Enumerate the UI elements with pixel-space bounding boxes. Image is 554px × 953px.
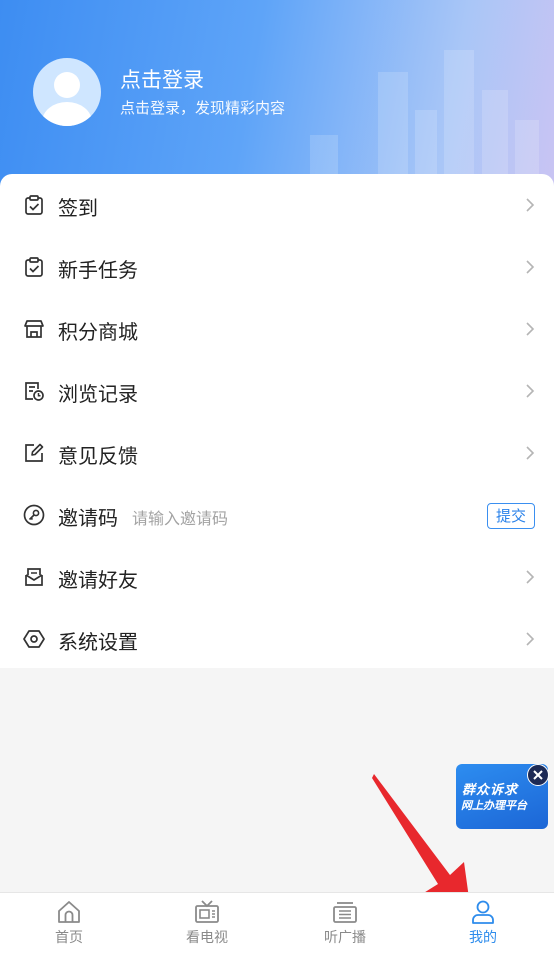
- menu-item-label: 签到: [58, 196, 98, 220]
- profile-header[interactable]: 点击登录 点击登录，发现精彩内容: [0, 0, 554, 190]
- tab-home[interactable]: 首页: [0, 893, 138, 953]
- menu-list: 签到 新手任务 积分商城 浏览记录 意见反馈 邀请码 请输入邀请码 提交 邀请好…: [0, 174, 554, 668]
- menu-item-settings[interactable]: 系统设置: [0, 608, 554, 670]
- menu-item-label: 邀请好友: [58, 568, 138, 592]
- tab-watch-tv[interactable]: 看电视: [138, 893, 276, 953]
- user-icon: [472, 900, 494, 924]
- menu-item-label: 积分商城: [58, 320, 138, 344]
- home-icon: [58, 901, 80, 923]
- bottom-tab-bar: 首页 看电视 听广播 我的: [0, 892, 554, 953]
- chevron-right-icon: [526, 384, 535, 398]
- key-icon: [23, 504, 45, 526]
- chevron-right-icon: [526, 322, 535, 336]
- radio-icon: [333, 902, 357, 923]
- menu-item-label: 浏览记录: [58, 382, 138, 406]
- chevron-right-icon: [526, 198, 535, 212]
- mail-icon: [25, 568, 43, 586]
- tab-label: 首页: [55, 930, 83, 946]
- task-icon: [25, 257, 43, 277]
- menu-item-label: 邀请码: [58, 506, 118, 530]
- invite-code-input[interactable]: 请输入邀请码: [132, 505, 228, 529]
- tab-label: 看电视: [186, 930, 228, 946]
- menu-item-label: 新手任务: [58, 258, 138, 282]
- tab-label: 我的: [469, 930, 497, 946]
- tab-listen-radio[interactable]: 听广播: [276, 893, 414, 953]
- edit-icon: [25, 443, 44, 462]
- submit-button[interactable]: 提交: [486, 503, 535, 529]
- tv-icon: [195, 900, 219, 923]
- tab-mine[interactable]: 我的: [414, 893, 552, 953]
- menu-item-feedback[interactable]: 意见反馈: [0, 422, 554, 484]
- settings-icon: [23, 630, 45, 648]
- avatar[interactable]: [33, 58, 101, 126]
- history-icon: [25, 382, 44, 401]
- close-icon[interactable]: [527, 764, 549, 786]
- menu-item-newbie-tasks[interactable]: 新手任务: [0, 236, 554, 298]
- login-subtitle: 点击登录，发现精彩内容: [120, 99, 286, 117]
- menu-item-checkin[interactable]: 签到: [0, 174, 554, 236]
- menu-item-label: 系统设置: [58, 630, 138, 654]
- chevron-right-icon: [526, 446, 535, 460]
- tab-label: 听广播: [324, 930, 366, 946]
- menu-item-points-store[interactable]: 积分商城: [0, 298, 554, 360]
- calendar-check-icon: [25, 195, 43, 215]
- login-title[interactable]: 点击登录: [120, 64, 204, 94]
- menu-item-invite-friends[interactable]: 邀请好友: [0, 546, 554, 608]
- chevron-right-icon: [526, 570, 535, 584]
- menu-item-invite-code: 邀请码 请输入邀请码 提交: [0, 484, 554, 546]
- store-icon: [24, 320, 44, 338]
- chevron-right-icon: [526, 260, 535, 274]
- menu-item-browse-history[interactable]: 浏览记录: [0, 360, 554, 422]
- chevron-right-icon: [526, 632, 535, 646]
- menu-item-label: 意见反馈: [58, 444, 138, 468]
